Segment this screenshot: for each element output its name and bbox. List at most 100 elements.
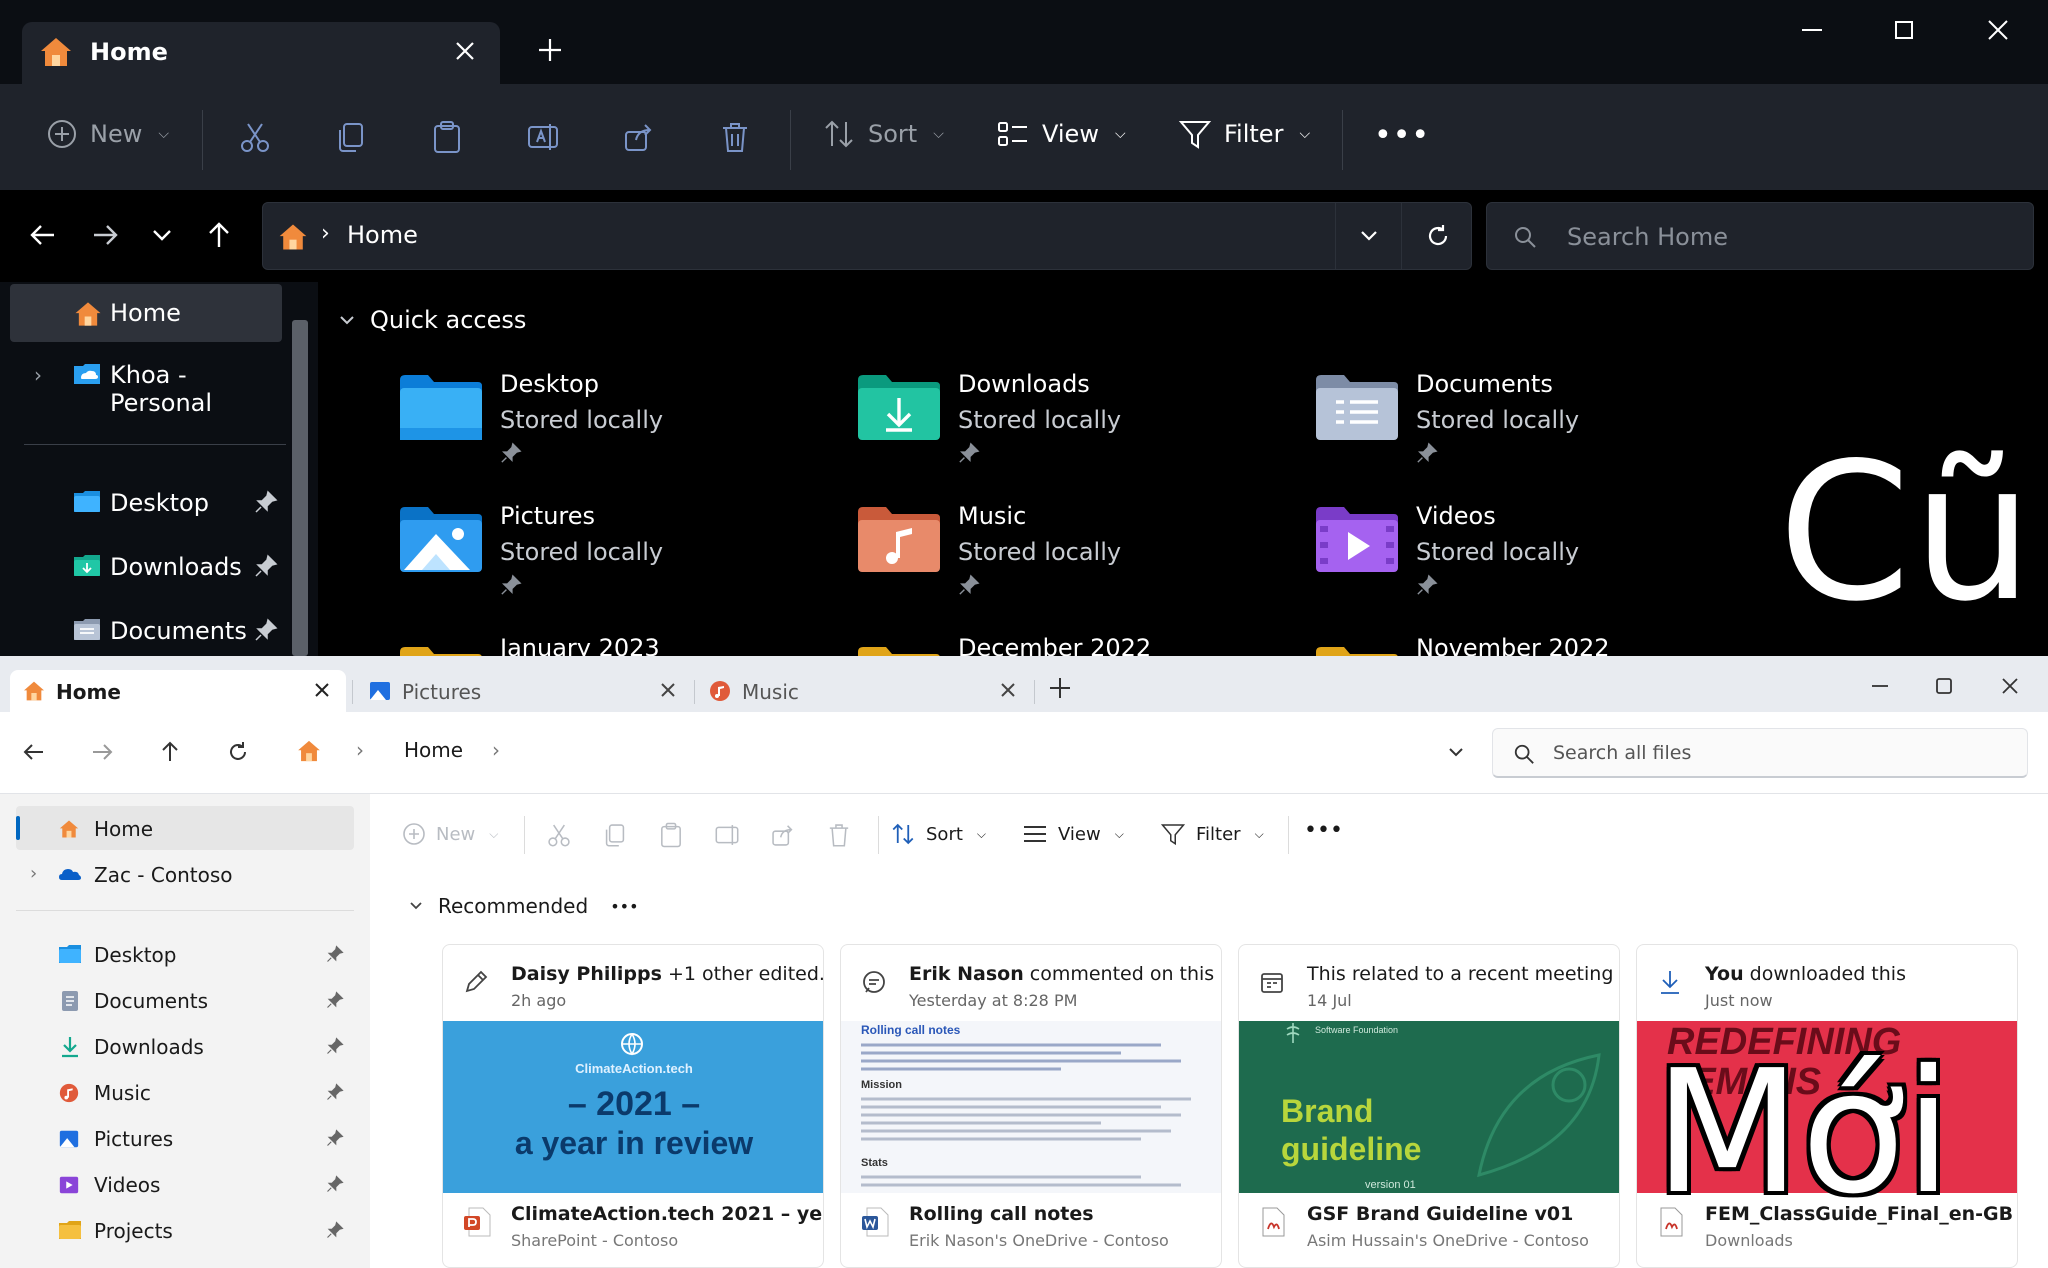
copy-icon[interactable] xyxy=(602,822,628,848)
tab-music[interactable]: Music xyxy=(696,670,1032,712)
maximize-icon[interactable] xyxy=(1932,674,1956,698)
cut-icon[interactable] xyxy=(238,120,272,154)
refresh-icon[interactable] xyxy=(1401,203,1473,269)
maximize-icon[interactable] xyxy=(1890,16,1918,44)
minimize-icon[interactable] xyxy=(1798,16,1826,44)
recommended-card[interactable]: Erik Nason commented on this Yesterday a… xyxy=(840,944,1222,1268)
quick-access-item-videos[interactable]: Videos Stored locally xyxy=(1314,500,1754,610)
sidebar-item-desktop[interactable]: Desktop xyxy=(10,474,282,532)
delete-icon[interactable] xyxy=(826,822,852,848)
pin-icon[interactable] xyxy=(326,1175,344,1193)
pin-icon[interactable] xyxy=(326,945,344,963)
quick-access-item-november-2022[interactable]: November 2022 xyxy=(1314,632,1754,656)
sidebar-item-home[interactable]: Home xyxy=(10,284,282,342)
more-options-icon[interactable]: ••• xyxy=(1374,118,1430,153)
more-options-icon[interactable]: ••• xyxy=(1304,818,1343,843)
close-window-icon[interactable] xyxy=(1984,16,2012,44)
paste-icon[interactable] xyxy=(430,120,464,154)
sidebar-item-khoa-personal[interactable]: › Khoa - Personal xyxy=(10,346,282,417)
new-tab-icon[interactable] xyxy=(536,36,564,64)
sidebar-item-downloads[interactable]: Downloads xyxy=(10,538,282,596)
pin-icon[interactable] xyxy=(254,490,278,514)
close-icon[interactable] xyxy=(312,680,332,700)
home-icon[interactable] xyxy=(296,738,322,764)
quick-access-item-music[interactable]: Music Stored locally xyxy=(856,500,1296,610)
pin-icon[interactable] xyxy=(254,554,278,578)
refresh-icon[interactable] xyxy=(226,740,250,764)
sidebar-item-music[interactable]: Music xyxy=(16,1070,354,1114)
copy-icon[interactable] xyxy=(334,120,368,154)
sidebar-item-pictures[interactable]: Pictures xyxy=(16,1116,354,1160)
chevron-down-icon[interactable] xyxy=(1335,203,1401,269)
sidebar-item-videos[interactable]: Videos xyxy=(16,1162,354,1206)
tab-pictures[interactable]: Pictures xyxy=(356,670,692,712)
tab-home[interactable]: Home xyxy=(22,22,500,84)
pin-icon[interactable] xyxy=(326,1037,344,1055)
sidebar-item-home[interactable]: Home xyxy=(16,806,354,850)
recommended-header[interactable]: Recommended ••• xyxy=(408,894,639,918)
sidebar-item-projects[interactable]: Projects xyxy=(16,1208,354,1252)
up-arrow-icon[interactable] xyxy=(204,220,234,250)
pin-icon[interactable] xyxy=(326,991,344,1009)
new-button[interactable]: New ⌵ xyxy=(402,822,498,846)
scrollbar[interactable] xyxy=(292,320,308,656)
cut-icon[interactable] xyxy=(546,822,572,848)
share-icon[interactable] xyxy=(622,120,656,154)
recommended-card[interactable]: This related to a recent meeting 14 Jul … xyxy=(1238,944,1620,1268)
back-arrow-icon[interactable] xyxy=(22,740,46,764)
forward-arrow-icon[interactable] xyxy=(90,220,120,250)
search-input[interactable]: Search Home xyxy=(1486,202,2034,270)
quick-access-item-desktop[interactable]: Desktop Stored locally xyxy=(398,368,838,478)
quick-access-item-january-2023[interactable]: January 2023 xyxy=(398,632,838,656)
up-arrow-icon[interactable] xyxy=(158,740,182,764)
quick-access-item-documents[interactable]: Documents Stored locally xyxy=(1314,368,1754,478)
share-icon[interactable] xyxy=(770,822,796,848)
pin-icon[interactable] xyxy=(254,618,278,642)
sidebar-item-downloads[interactable]: Downloads xyxy=(16,1024,354,1068)
breadcrumb-home[interactable]: Home xyxy=(404,738,463,762)
paste-icon[interactable] xyxy=(658,822,684,848)
quick-access-item-downloads[interactable]: Downloads Stored locally xyxy=(856,368,1296,478)
quick-access-item-pictures[interactable]: Pictures Stored locally xyxy=(398,500,838,610)
more-options-icon[interactable]: ••• xyxy=(610,897,638,916)
quick-access-header[interactable]: Quick access xyxy=(338,306,526,334)
minimize-icon[interactable] xyxy=(1868,674,1892,698)
filter-button[interactable]: Filter ⌵ xyxy=(1178,118,1310,150)
close-icon[interactable] xyxy=(658,680,678,700)
sidebar-item-zac-contoso[interactable]: › Zac - Contoso xyxy=(16,852,354,896)
view-button[interactable]: View ⌵ xyxy=(996,118,1126,150)
search-input[interactable]: Search all files xyxy=(1492,728,2028,778)
chevron-right-icon[interactable]: › xyxy=(30,863,37,884)
chevron-down-icon[interactable] xyxy=(1444,740,1468,764)
close-icon[interactable] xyxy=(998,680,1018,700)
filter-button[interactable]: Filter ⌵ xyxy=(1160,822,1264,846)
breadcrumb-home[interactable]: Home xyxy=(347,221,418,249)
rename-icon[interactable] xyxy=(526,120,560,154)
pin-icon[interactable] xyxy=(326,1083,344,1101)
delete-icon[interactable] xyxy=(718,120,752,154)
back-arrow-icon[interactable] xyxy=(28,220,58,250)
sidebar-item-documents[interactable]: Documents xyxy=(16,978,354,1022)
new-tab-icon[interactable] xyxy=(1048,676,1072,700)
address-bar[interactable]: › Home xyxy=(262,202,1472,270)
close-window-icon[interactable] xyxy=(1998,674,2022,698)
view-button[interactable]: View ⌵ xyxy=(1022,822,1124,846)
close-icon[interactable] xyxy=(452,38,478,64)
quick-access-item-december-2022[interactable]: December 2022 xyxy=(856,632,1296,656)
card-thumbnail: Rolling call notes Mission Stats xyxy=(841,1021,1221,1193)
new-button[interactable]: New ⌵ xyxy=(46,118,169,150)
breadcrumb-separator[interactable]: › xyxy=(492,738,500,762)
pin-icon[interactable] xyxy=(326,1221,344,1239)
sort-button[interactable]: Sort ⌵ xyxy=(890,822,986,846)
rename-icon[interactable] xyxy=(714,822,740,848)
tab-home[interactable]: Home xyxy=(10,670,346,712)
folder-icon xyxy=(58,1220,82,1240)
recent-locations-icon[interactable] xyxy=(148,220,176,250)
recommended-card[interactable]: Daisy Philipps +1 other edited... 2h ago… xyxy=(442,944,824,1268)
sidebar-item-desktop[interactable]: Desktop xyxy=(16,932,354,976)
chevron-right-icon[interactable]: › xyxy=(34,363,42,387)
forward-arrow-icon[interactable] xyxy=(90,740,114,764)
sort-button[interactable]: Sort ⌵ xyxy=(822,118,944,150)
sidebar-item-documents[interactable]: Documents xyxy=(10,602,282,656)
pin-icon[interactable] xyxy=(326,1129,344,1147)
